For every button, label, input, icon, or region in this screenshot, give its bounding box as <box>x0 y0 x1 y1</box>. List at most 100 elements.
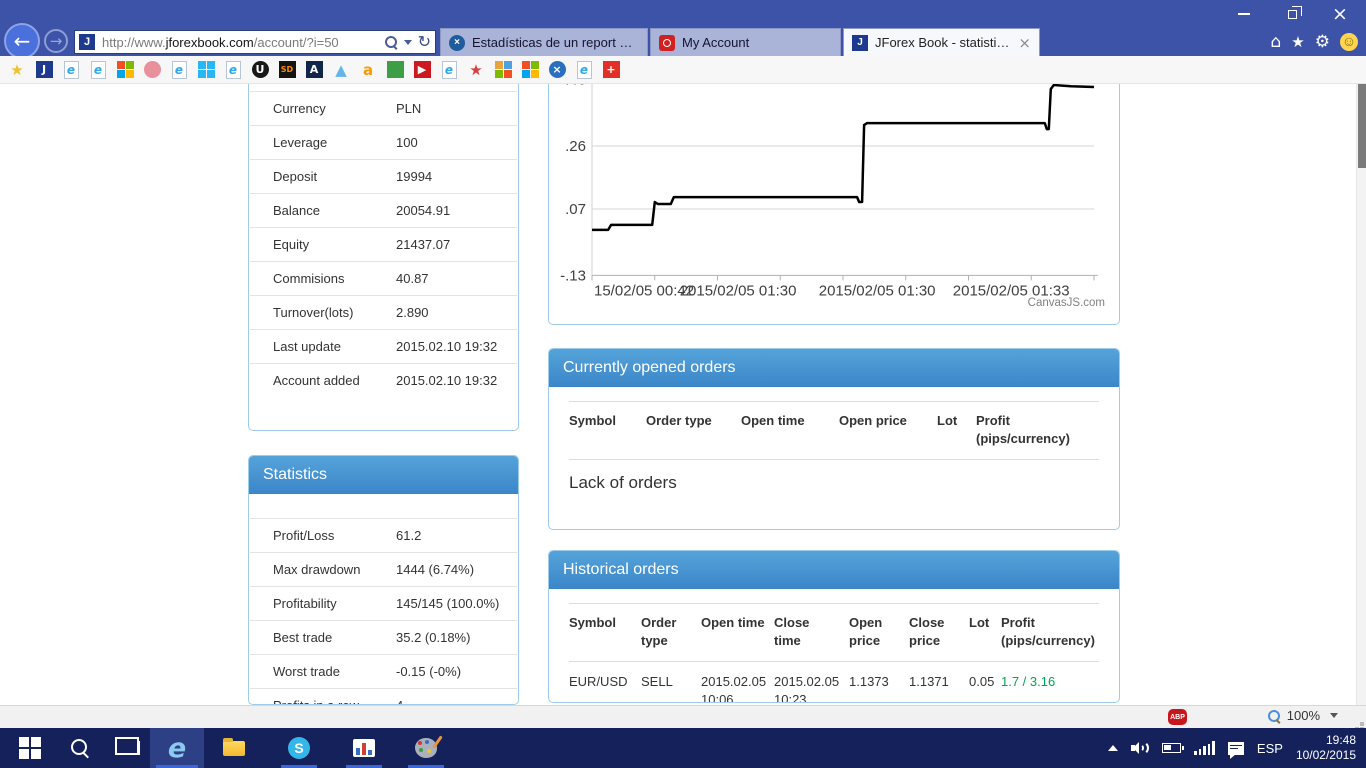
language-indicator[interactable]: ESP <box>1257 741 1283 756</box>
search-icon[interactable] <box>385 36 398 49</box>
statistics-panel: Statistics Profit/Loss61.2Max drawdown14… <box>248 455 519 705</box>
resize-grip[interactable] <box>1360 722 1364 726</box>
table-cell: SELL <box>641 673 701 703</box>
internet-explorer-icon: e <box>168 735 186 762</box>
clock[interactable]: 19:48 10/02/2015 <box>1296 733 1356 763</box>
ie-page-icon[interactable]: e <box>573 59 595 81</box>
refresh-icon[interactable]: ↻ <box>418 34 431 50</box>
page-scrollbar[interactable] <box>1356 84 1366 705</box>
volume-icon[interactable] <box>1131 740 1149 756</box>
sd-icon[interactable]: SD <box>276 59 298 81</box>
folder-icon <box>223 741 245 756</box>
chart-app-icon[interactable] <box>340 728 388 768</box>
utorrent-icon[interactable]: U <box>249 59 271 81</box>
pinwheel-icon[interactable]: ★ <box>465 59 487 81</box>
triangle-a-icon[interactable]: ▲ <box>330 59 352 81</box>
account-row: Turnover(lots)2.890 <box>250 295 517 329</box>
globe-x-favicon: × <box>449 35 465 51</box>
table-cell: 0.05 <box>969 673 1001 703</box>
favorites-star-icon[interactable]: ★ <box>1291 35 1304 50</box>
home-icon[interactable]: ⌂ <box>1271 34 1282 51</box>
search-icon <box>70 738 90 758</box>
panel-title: Statistics <box>249 456 518 494</box>
ie-page-icon[interactable]: e <box>168 59 190 81</box>
file-explorer-icon[interactable] <box>210 728 258 768</box>
navigation-bar: ← → J http://www.jforexbook.com/account/… <box>0 28 1366 56</box>
tab-jforex-book[interactable]: J JForex Book - statistical tools × <box>843 28 1040 56</box>
battery-icon[interactable] <box>1162 743 1181 753</box>
account-row: Commisions40.87 <box>250 261 517 295</box>
y-tick-label: .26 <box>565 138 586 155</box>
task-view-icon <box>120 741 140 755</box>
empty-message: Lack of orders <box>569 460 1099 506</box>
historical-orders-panel: Historical orders SymbolOrder typeOpen t… <box>548 550 1120 703</box>
table-cell: 1.1373 <box>849 673 909 703</box>
hidden-icons-caret[interactable] <box>1108 745 1118 751</box>
restore-button[interactable] <box>1272 0 1312 28</box>
skype-icon[interactable]: S <box>275 728 323 768</box>
tab-my-account[interactable]: My Account <box>650 28 841 56</box>
adblock-icon[interactable]: ABP <box>1168 709 1187 725</box>
account-row: Last update2015.02.10 19:32 <box>250 329 517 363</box>
task-view-button[interactable] <box>106 728 154 768</box>
minimize-button[interactable] <box>1224 0 1264 28</box>
y-tick-label: -.13 <box>560 267 586 284</box>
network-signal-icon[interactable] <box>1194 741 1215 755</box>
microsoft-icon[interactable] <box>114 59 136 81</box>
swirl-icon[interactable] <box>141 59 163 81</box>
amazon-icon[interactable]: a <box>357 59 379 81</box>
zoom-icon[interactable] <box>1267 709 1281 723</box>
add-favorite-icon[interactable]: ★ <box>6 59 28 81</box>
close-button[interactable]: × <box>1320 0 1360 28</box>
puzzle-icon[interactable] <box>492 59 514 81</box>
action-center-icon[interactable] <box>1228 742 1244 755</box>
back-button[interactable]: ← <box>4 23 40 59</box>
forward-button[interactable]: → <box>44 29 68 53</box>
equity-line <box>592 85 1094 230</box>
green-app-icon[interactable] <box>384 59 406 81</box>
settings-gear-icon[interactable]: ⚙ <box>1315 34 1330 51</box>
tab-close-icon[interactable]: × <box>1018 34 1031 52</box>
column-header: Symbol <box>569 614 641 649</box>
statistic-row: Profit/Loss61.2 <box>250 518 517 552</box>
window-titlebar: × <box>0 0 1366 28</box>
activtrades-icon[interactable]: A <box>303 59 325 81</box>
screen: × ← → J http://www.jforexbook.com/accoun… <box>0 0 1366 768</box>
search-button[interactable] <box>56 728 104 768</box>
panel-title: Currently opened orders <box>549 349 1119 387</box>
column-header: Open price <box>849 614 909 649</box>
account-row: Balance20054.91 <box>250 193 517 227</box>
jforexbook-favicon[interactable]: J <box>33 59 55 81</box>
panel-title: Historical orders <box>549 551 1119 589</box>
feedback-smiley-icon[interactable]: ☺ <box>1340 33 1358 51</box>
health-icon[interactable]: + <box>600 59 622 81</box>
statistic-row: Profitability145/145 (100.0%) <box>250 586 517 620</box>
ie-taskbar-icon[interactable]: e <box>150 728 204 768</box>
column-header: Order type <box>646 412 741 447</box>
blue-x-icon[interactable]: × <box>546 59 568 81</box>
zoom-level[interactable]: 100% <box>1287 708 1320 723</box>
equity-chart-panel: -.13.07.26.4615/02/05 00:422015/02/05 01… <box>548 84 1120 325</box>
canvasjs-attribution[interactable]: CanvasJS.com <box>1028 297 1105 309</box>
paint-icon[interactable] <box>402 728 450 768</box>
zoom-dropdown-icon[interactable] <box>1330 713 1338 718</box>
account-row: Account added2015.02.10 19:32 <box>250 363 517 397</box>
ie-page-icon[interactable]: e <box>60 59 82 81</box>
microsoft-icon[interactable] <box>519 59 541 81</box>
scrollbar-thumb[interactable] <box>1358 84 1366 168</box>
eu-red-favicon <box>659 35 675 51</box>
address-bar[interactable]: J http://www.jforexbook.com/account/?i=5… <box>74 30 436 54</box>
ie-page-icon[interactable]: e <box>438 59 460 81</box>
search-dropdown-icon[interactable] <box>404 40 412 45</box>
favorites-bar: ★JeeeeUSDA▲a▶e★×e+ <box>0 56 1366 84</box>
account-panel: CurrencyPLNLeverage100Deposit19994Balanc… <box>248 84 519 431</box>
ie-page-icon[interactable]: e <box>87 59 109 81</box>
column-header: Lot <box>969 614 1001 649</box>
youtube-icon[interactable]: ▶ <box>411 59 433 81</box>
tab-estadisticas[interactable]: × Estadísticas de un report de Du... <box>440 28 648 56</box>
column-header: Open price <box>839 412 937 447</box>
windows-icon[interactable] <box>195 59 217 81</box>
x-tick-label: 2015/02/05 01:30 <box>680 282 797 299</box>
start-button[interactable] <box>6 728 54 768</box>
ie-page-icon[interactable]: e <box>222 59 244 81</box>
